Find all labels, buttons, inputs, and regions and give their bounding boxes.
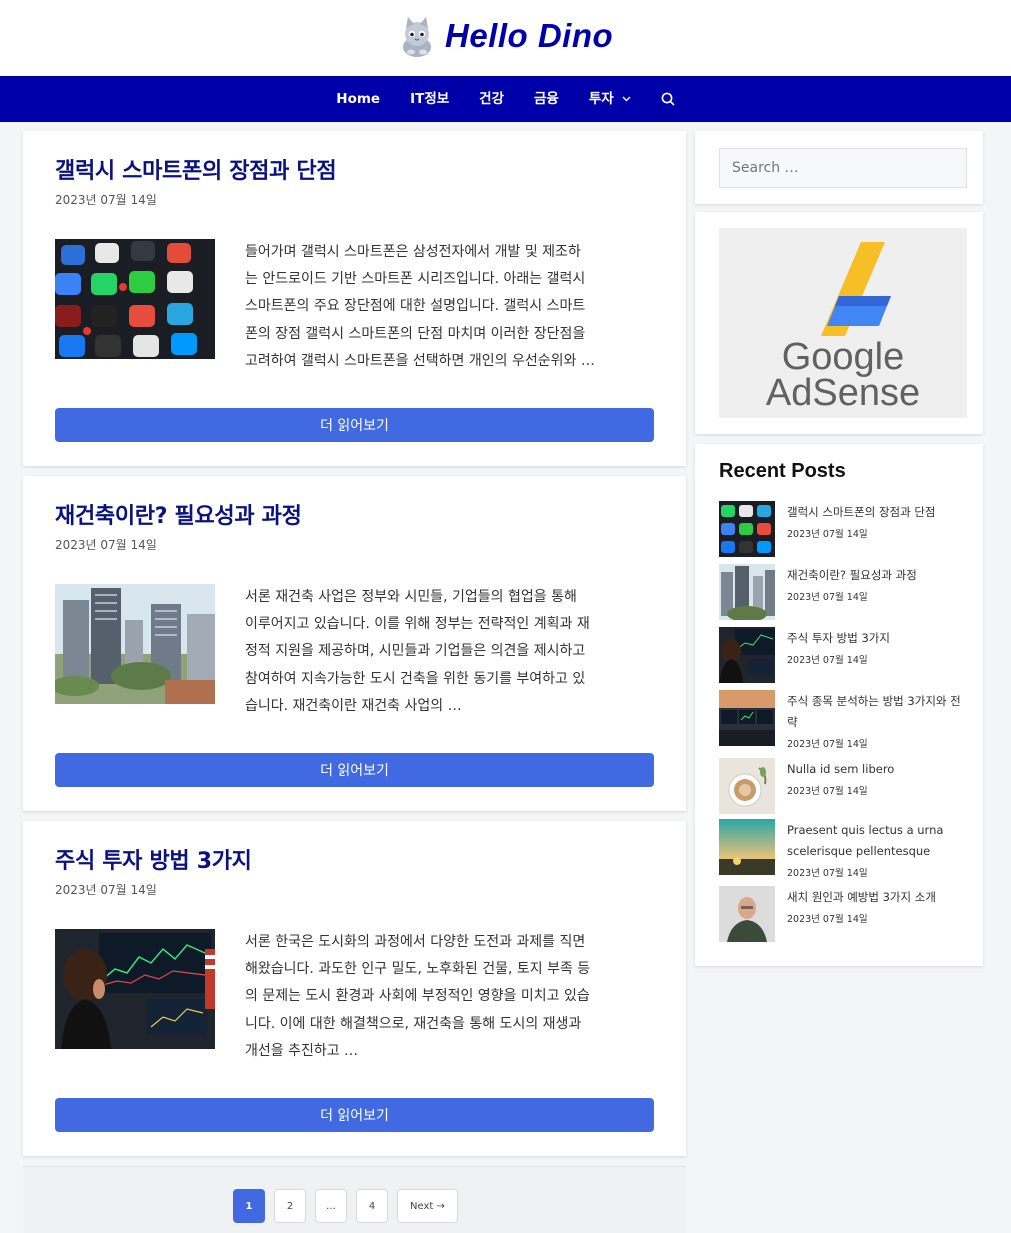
search-icon — [661, 92, 675, 106]
cat-logo-icon — [403, 17, 431, 57]
page-4-button[interactable]: 4 — [356, 1189, 388, 1223]
next-page-button[interactable]: Next → — [397, 1189, 458, 1223]
post-date: 2023년 07월 14일 — [55, 883, 157, 897]
main-navigation: Home IT정보 건강 금융 투자 — [0, 76, 1011, 122]
recent-post-thumbnail[interactable] — [719, 564, 775, 620]
nav-item-label: 건강 — [479, 91, 505, 107]
ad-widget: Google AdSense — [695, 212, 983, 434]
site-brand-link[interactable]: Hello Dino — [395, 13, 613, 59]
man-portrait-image — [719, 886, 775, 942]
smartphone-apps-image — [55, 239, 215, 359]
recent-post-title[interactable]: 주식 투자 방법 3가지 — [787, 628, 969, 649]
post-title[interactable]: 재건축이란? 필요성과 과정 — [55, 498, 302, 530]
nav-item-finance[interactable]: 금융 — [519, 76, 574, 122]
recent-post-thumbnail[interactable] — [719, 690, 775, 746]
post-date: 2023년 07월 14일 — [55, 538, 157, 552]
city-buildings-image — [719, 564, 775, 620]
widget-title: Recent Posts — [719, 460, 846, 482]
trading-monitors-image — [719, 690, 775, 746]
stock-trader-image — [719, 627, 775, 683]
post-excerpt: 서론 한국은 도시화의 과정에서 다양한 도전과 과제를 직면 해왔습니다. 과… — [245, 934, 591, 1059]
adsense-logo-icon — [821, 242, 891, 336]
smartphone-apps-image — [719, 501, 775, 557]
post-thumbnail-image[interactable] — [55, 239, 215, 359]
recent-post-date: 2023년 07월 14일 — [787, 592, 868, 603]
post-date: 2023년 07월 14일 — [55, 193, 157, 207]
recent-post-date: 2023년 07월 14일 — [787, 868, 868, 879]
page-ellipsis: … — [315, 1189, 347, 1223]
stock-trader-image — [55, 929, 215, 1049]
nav-item-health[interactable]: 건강 — [464, 76, 519, 122]
recent-post-title[interactable]: Praesent quis lectus a urna scelerisque … — [787, 820, 969, 862]
recent-post-thumbnail[interactable] — [719, 627, 775, 683]
recent-post-title[interactable]: 갤럭시 스마트폰의 장점과 단점 — [787, 502, 969, 523]
recent-posts-widget: Recent Posts 갤럭시 스마트폰의 장점과 단점 2023년 07월 … — [695, 444, 983, 966]
nav-item-invest[interactable]: 투자 — [574, 76, 646, 122]
nav-item-it[interactable]: IT정보 — [395, 76, 464, 122]
read-more-button[interactable]: 더 읽어보기 — [55, 1098, 654, 1132]
page-1-button[interactable]: 1 — [233, 1189, 265, 1223]
recent-post-date: 2023년 07월 14일 — [787, 786, 868, 797]
pagination: 1 2 … 4 Next → — [23, 1166, 686, 1233]
recent-post-date: 2023년 07월 14일 — [787, 655, 868, 666]
post-card: 갤럭시 스마트폰의 장점과 단점 2023년 07월 14일 들어가며 갤럭시 … — [23, 131, 686, 466]
recent-post-thumbnail[interactable] — [719, 501, 775, 557]
recent-post-title[interactable]: 재건축이란? 필요성과 과정 — [787, 565, 969, 586]
post-title[interactable]: 주식 투자 방법 3가지 — [55, 843, 252, 875]
search-widget — [695, 131, 983, 204]
ad-text-adsense: AdSense — [765, 372, 921, 414]
nav-search-button[interactable] — [646, 76, 690, 122]
chevron-down-icon — [622, 96, 631, 102]
recent-post-title[interactable]: Nulla id sem libero — [787, 759, 969, 780]
nav-item-label: 투자 — [588, 91, 614, 107]
recent-post-title[interactable]: 주식 종목 분석하는 방법 3가지와 전략 — [787, 691, 969, 733]
post-excerpt: 서론 재건축 사업은 정부와 시민들, 기업들의 협업을 통해 이루어지고 있습… — [245, 589, 590, 714]
site-title: Hello Dino — [445, 17, 614, 54]
coffee-cup-image — [719, 758, 775, 814]
city-buildings-image — [55, 584, 215, 704]
nav-item-home[interactable]: Home — [321, 76, 395, 122]
read-more-button[interactable]: 더 읽어보기 — [55, 408, 654, 442]
nav-item-label: 금융 — [534, 91, 559, 107]
google-adsense-banner[interactable]: Google AdSense — [719, 228, 967, 418]
search-input[interactable] — [719, 148, 967, 188]
site-header: Hello Dino — [0, 0, 1011, 76]
nav-item-label: Home — [336, 91, 381, 107]
post-thumbnail-image[interactable] — [55, 929, 215, 1049]
recent-post-title[interactable]: 새치 원인과 예방법 3가지 소개 — [787, 887, 969, 908]
recent-post-date: 2023년 07월 14일 — [787, 739, 868, 750]
recent-post-thumbnail[interactable] — [719, 886, 775, 942]
nav-item-label: IT정보 — [410, 91, 450, 107]
recent-post-thumbnail[interactable] — [719, 819, 775, 875]
post-card: 재건축이란? 필요성과 과정 2023년 07월 14일 서론 재건축 사업은 … — [23, 476, 686, 811]
page-2-button[interactable]: 2 — [274, 1189, 306, 1223]
recent-post-date: 2023년 07월 14일 — [787, 529, 868, 540]
sunset-landscape-image — [719, 819, 775, 875]
recent-post-date: 2023년 07월 14일 — [787, 914, 868, 925]
post-thumbnail-image[interactable] — [55, 584, 215, 704]
post-card: 주식 투자 방법 3가지 2023년 07월 14일 서론 한국은 도시화의 과… — [23, 821, 686, 1156]
post-excerpt: 들어가며 갤럭시 스마트폰은 삼성전자에서 개발 및 제조하 는 안드로이드 기… — [245, 244, 595, 369]
read-more-button[interactable]: 더 읽어보기 — [55, 753, 654, 787]
recent-post-thumbnail[interactable] — [719, 758, 775, 814]
post-title[interactable]: 갤럭시 스마트폰의 장점과 단점 — [55, 153, 337, 185]
